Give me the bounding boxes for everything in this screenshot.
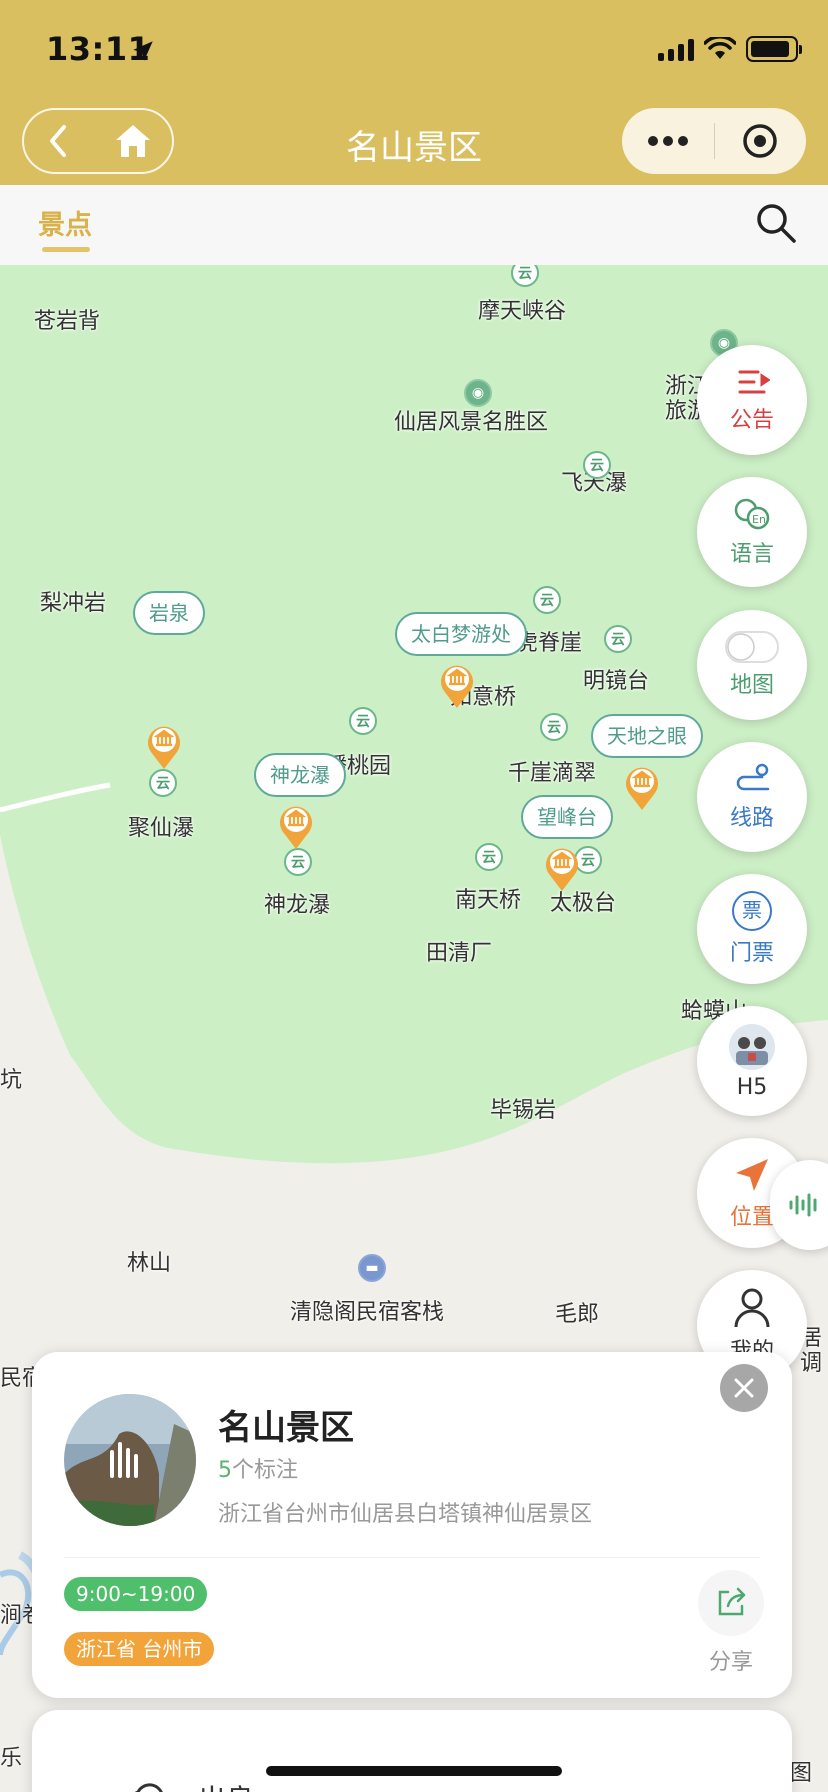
ticket-icon: 票 xyxy=(732,891,772,931)
voice-wave-icon xyxy=(789,1193,817,1217)
location-arrow-icon xyxy=(736,1159,768,1191)
cloud-icon xyxy=(134,1783,163,1792)
hotel-icon[interactable]: ▬ xyxy=(358,1254,386,1282)
more-button[interactable] xyxy=(622,108,714,174)
map-pin-icon[interactable] xyxy=(277,802,315,850)
map-label: 摩天峡谷 xyxy=(478,299,567,324)
share-icon xyxy=(718,1587,746,1616)
map-label: 坑 xyxy=(0,1068,23,1093)
map-label: 神龙瀑 xyxy=(264,893,331,918)
marker-label[interactable]: 天地之眼 xyxy=(591,714,703,758)
h5-label: H5 xyxy=(736,1074,768,1100)
marker-count-text: 个标注 xyxy=(232,1458,299,1483)
map-label: 聚仙瀑 xyxy=(128,816,195,841)
map-pin-icon[interactable] xyxy=(145,722,183,770)
close-icon xyxy=(734,1378,754,1398)
map-label: 乐 xyxy=(0,1746,23,1771)
secondary-card-title: 出良 xyxy=(198,1778,254,1792)
map-toggle-button[interactable]: 地图 xyxy=(697,610,807,720)
scenic-spot-icon[interactable]: 云 xyxy=(284,848,312,876)
map-label: 毕锡岩 xyxy=(490,1098,557,1123)
map-pin-icon[interactable] xyxy=(438,661,476,709)
map-label: 毛郎 xyxy=(555,1302,600,1327)
marker-count-number: 5 xyxy=(218,1458,232,1483)
scenic-spot-icon[interactable]: 云 xyxy=(349,707,377,735)
route-label: 线路 xyxy=(729,806,774,831)
signal-icon xyxy=(658,37,694,61)
route-icon xyxy=(736,763,770,791)
tab-underline xyxy=(42,247,90,252)
map-label: 明镜台 xyxy=(583,669,650,694)
close-miniprogram-button[interactable] xyxy=(715,108,807,174)
toggle-switch-icon[interactable] xyxy=(725,631,779,663)
target-icon xyxy=(743,124,777,158)
map-label: 图 xyxy=(790,1761,813,1786)
region-badge: 浙江省 台州市 xyxy=(64,1632,215,1666)
scenic-spot-icon[interactable]: 云 xyxy=(604,625,632,653)
marker-count: 5个标注 xyxy=(218,1452,298,1484)
miniprogram-capsule xyxy=(622,108,806,174)
h5-button[interactable]: H5 xyxy=(697,1006,807,1116)
map-label: 林山 xyxy=(127,1251,172,1276)
notice-label: 公告 xyxy=(729,408,774,433)
scenic-spot-icon[interactable]: 云 xyxy=(533,586,561,614)
scenic-spot-icon[interactable]: 云 xyxy=(475,843,503,871)
tab-attractions[interactable]: 景点 xyxy=(38,203,92,242)
search-icon[interactable] xyxy=(754,201,798,245)
header-bar: 13:11 名山景区 xyxy=(0,0,828,185)
scenic-info-card: 名山景区 5个标注 浙江省台州市仙居县白塔镇神仙居景区 9:00~19:00 浙… xyxy=(32,1352,792,1698)
marker-label[interactable]: 神龙瀑 xyxy=(254,753,346,797)
close-card-button[interactable] xyxy=(720,1364,768,1412)
language-icon: En xyxy=(734,498,770,530)
share-label: 分享 xyxy=(708,1650,753,1675)
svg-text:En: En xyxy=(752,513,766,526)
more-icon xyxy=(647,136,688,146)
camera-icon[interactable]: ◉ xyxy=(464,379,492,407)
marker-label[interactable]: 岩泉 xyxy=(133,591,205,635)
tab-bar: 景点 xyxy=(0,185,828,265)
map-toggle-label: 地图 xyxy=(729,673,774,698)
h5-avatar-icon xyxy=(729,1023,775,1070)
scenic-address: 浙江省台州市仙居县白塔镇神仙居景区 xyxy=(218,1502,593,1527)
scenic-spot-icon[interactable]: 云 xyxy=(583,451,611,479)
status-icons xyxy=(658,36,802,62)
wifi-icon xyxy=(704,37,736,59)
marker-label[interactable]: 望峰台 xyxy=(521,795,613,839)
user-icon xyxy=(734,1288,770,1328)
notice-icon xyxy=(738,370,770,394)
map-label: 苍岩背 xyxy=(34,309,101,334)
scenic-photo-image xyxy=(64,1394,196,1526)
map-pin-icon[interactable] xyxy=(623,763,661,811)
scenic-spot-icon[interactable]: 云 xyxy=(540,713,568,741)
map-label: 仙居风景名胜区 xyxy=(394,410,549,435)
secondary-card: 出良 xyxy=(32,1710,792,1792)
share-button[interactable] xyxy=(698,1570,764,1636)
map-label: 田清厂 xyxy=(426,941,493,966)
language-button[interactable]: En 语言 xyxy=(697,477,807,587)
home-indicator xyxy=(266,1766,562,1776)
ticket-button[interactable]: 票 门票 xyxy=(697,874,807,984)
map-label: 清隐阁民宿客栈 xyxy=(290,1300,445,1325)
marker-label[interactable]: 太白梦游处 xyxy=(395,612,527,656)
map-pin-icon[interactable] xyxy=(543,844,581,892)
ticket-label: 门票 xyxy=(729,941,774,966)
location-label: 位置 xyxy=(729,1205,774,1230)
scenic-name: 名山景区 xyxy=(218,1408,354,1448)
scenic-photo[interactable] xyxy=(64,1394,196,1526)
card-divider xyxy=(64,1557,760,1558)
map-label: 南天桥 xyxy=(455,888,522,913)
map-label: 千崖滴翠 xyxy=(508,761,597,786)
location-arrow-icon xyxy=(133,41,153,61)
language-label: 语言 xyxy=(729,542,774,567)
battery-icon xyxy=(746,36,802,62)
map-label: 梨冲岩 xyxy=(40,591,107,616)
route-button[interactable]: 线路 xyxy=(697,742,807,852)
notice-button[interactable]: 公告 xyxy=(697,345,807,455)
scenic-spot-icon[interactable]: 云 xyxy=(149,769,177,797)
opening-hours-badge: 9:00~19:00 xyxy=(64,1577,208,1611)
